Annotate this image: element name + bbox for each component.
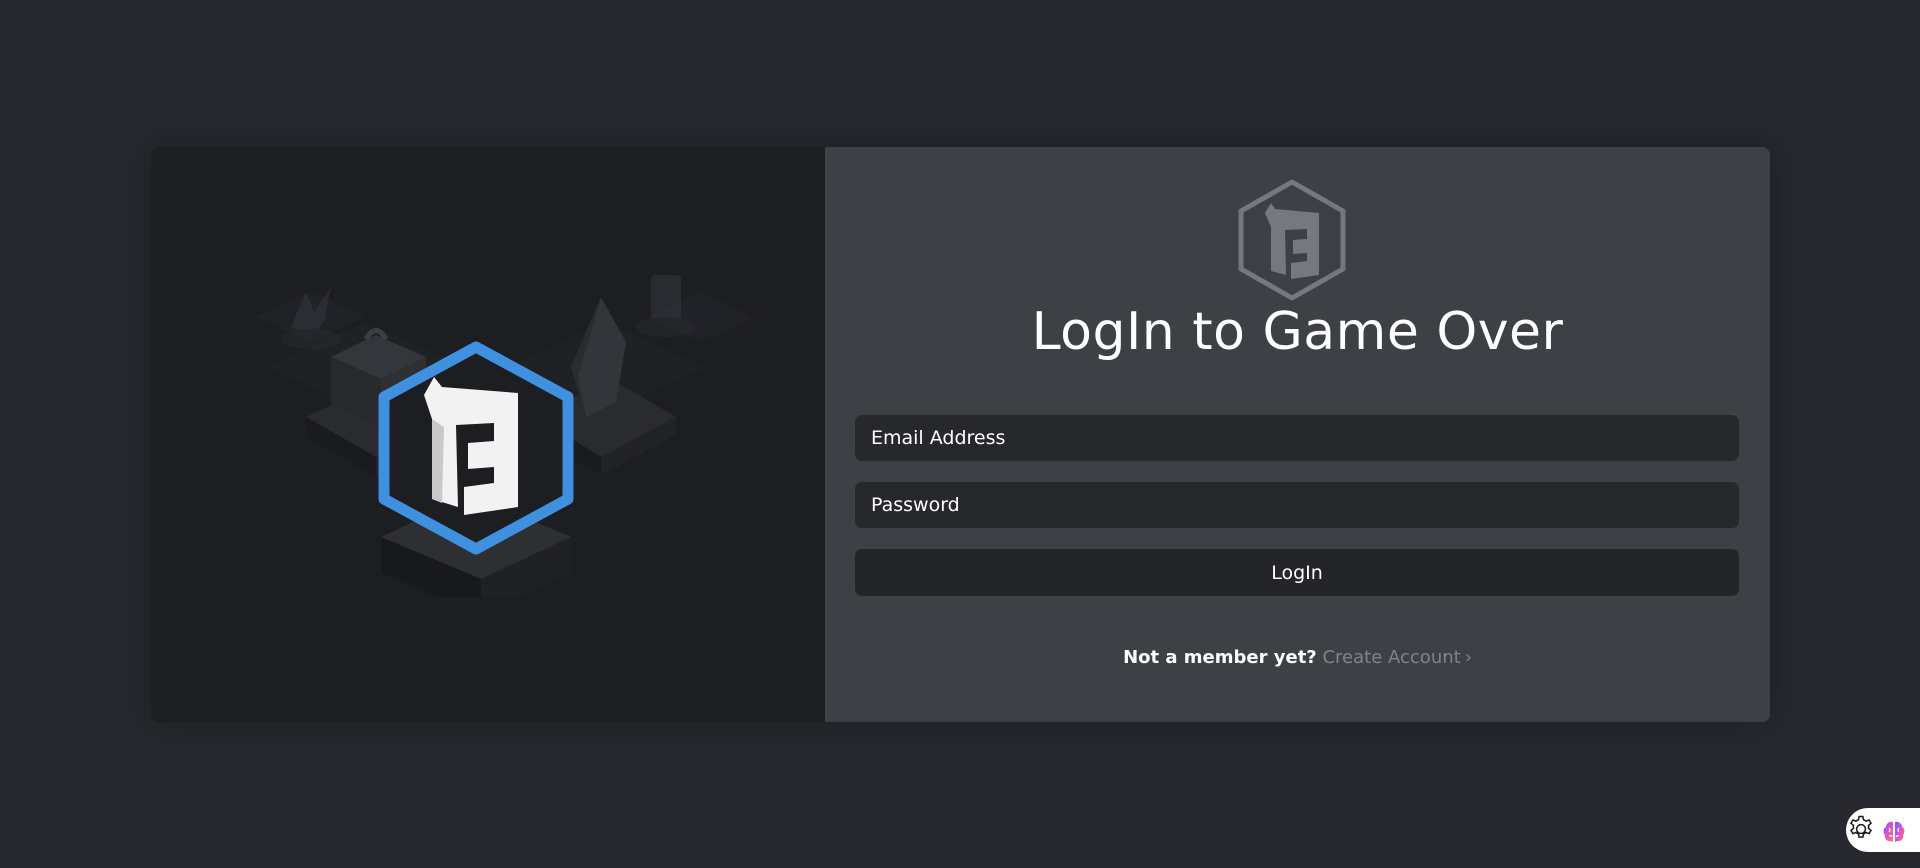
email-field[interactable] bbox=[855, 415, 1739, 461]
password-field[interactable] bbox=[855, 482, 1739, 528]
gear-icon[interactable] bbox=[1846, 814, 1876, 844]
login-card: LogIn to Game Over LogIn Not a member ye… bbox=[151, 147, 1770, 722]
signup-prompt: Not a member yet? bbox=[1123, 647, 1317, 668]
login-panel: LogIn to Game Over LogIn Not a member ye… bbox=[825, 147, 1770, 722]
game-over-hexagon-logo-icon bbox=[378, 341, 574, 555]
create-account-link[interactable]: Create Account bbox=[1322, 647, 1460, 668]
hero-panel bbox=[151, 147, 825, 722]
chevron-right-icon: › bbox=[1464, 647, 1472, 668]
page-title: LogIn to Game Over bbox=[1031, 302, 1564, 362]
brain-icon[interactable] bbox=[1880, 818, 1908, 846]
login-button[interactable]: LogIn bbox=[855, 549, 1739, 596]
hero-illustration bbox=[256, 275, 756, 597]
game-over-logo-icon bbox=[1238, 179, 1346, 301]
signup-row: Not a member yet? Create Account › bbox=[825, 647, 1770, 668]
